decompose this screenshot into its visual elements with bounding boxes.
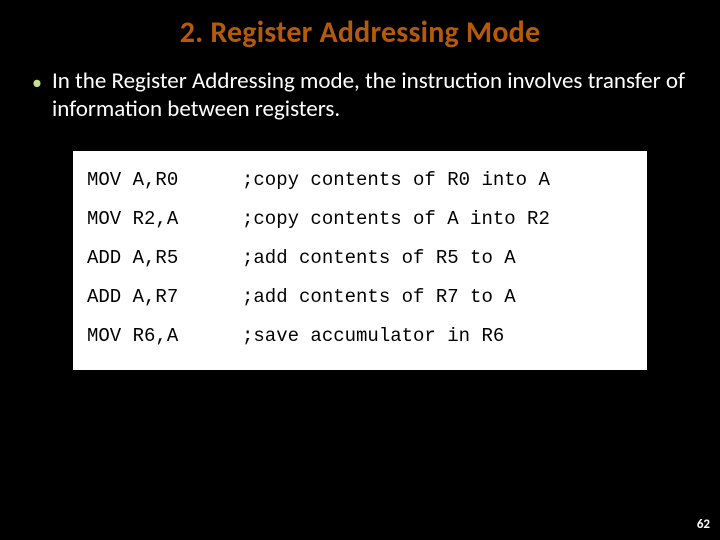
code-instruction: MOV A,R0 — [87, 171, 242, 190]
page-number: 62 — [697, 517, 710, 532]
code-instruction: ADD A,R7 — [87, 288, 242, 307]
code-row: ADD A,R7 ;add contents of R7 to A — [87, 278, 633, 317]
code-instruction: ADD A,R5 — [87, 249, 242, 268]
code-comment: ;copy contents of R0 into A — [242, 171, 550, 190]
slide: 2. Register Addressing Mode • In the Reg… — [0, 0, 720, 540]
bullet-text: In the Register Addressing mode, the ins… — [52, 67, 688, 123]
code-row: MOV A,R0 ;copy contents of R0 into A — [87, 161, 633, 200]
code-example-box: MOV A,R0 ;copy contents of R0 into A MOV… — [73, 151, 647, 370]
code-row: MOV R6,A ;save accumulator in R6 — [87, 317, 633, 356]
code-instruction: MOV R2,A — [87, 210, 242, 229]
code-comment: ;copy contents of A into R2 — [242, 210, 550, 229]
code-comment: ;add contents of R7 to A — [242, 288, 516, 307]
code-row: ADD A,R5 ;add contents of R5 to A — [87, 239, 633, 278]
code-comment: ;add contents of R5 to A — [242, 249, 516, 268]
bullet-item: • In the Register Addressing mode, the i… — [28, 67, 692, 123]
code-instruction: MOV R6,A — [87, 327, 242, 346]
slide-title: 2. Register Addressing Mode — [28, 14, 692, 51]
code-comment: ;save accumulator in R6 — [242, 327, 504, 346]
bullet-icon: • — [32, 69, 42, 97]
code-row: MOV R2,A ;copy contents of A into R2 — [87, 200, 633, 239]
